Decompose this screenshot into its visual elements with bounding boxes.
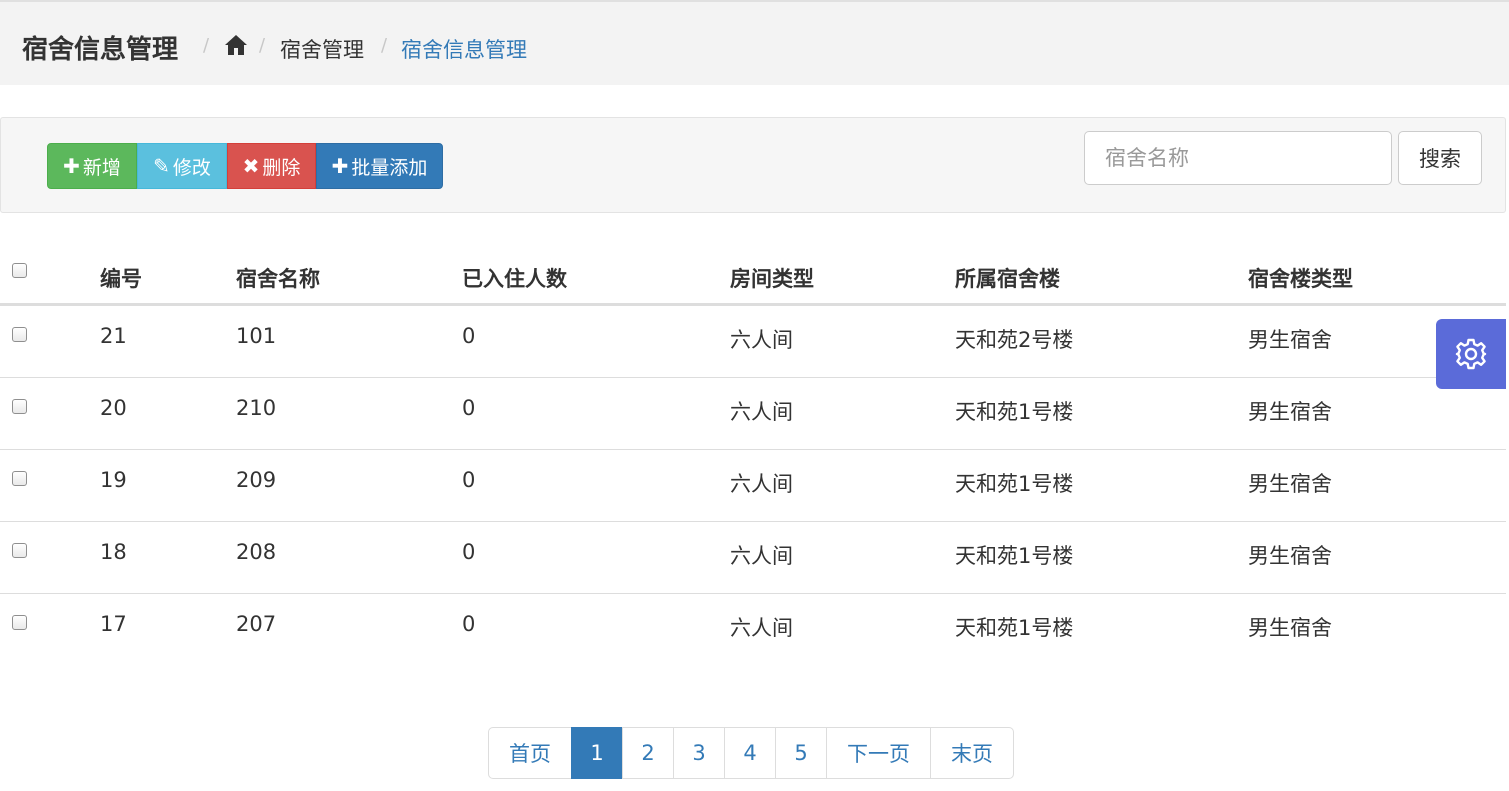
page-3[interactable]: 3 xyxy=(673,727,725,779)
page-2[interactable]: 2 xyxy=(622,727,674,779)
pagination: 首页 1 2 3 4 5 下一页 末页 xyxy=(488,727,1014,779)
cell-room-type: 六人间 xyxy=(730,400,793,424)
pencil-icon: ✎ xyxy=(153,154,170,178)
cell-occupied: 0 xyxy=(462,396,476,420)
gear-icon xyxy=(1455,338,1487,370)
cell-building-type: 男生宿舍 xyxy=(1248,616,1332,640)
cell-name: 101 xyxy=(236,324,277,348)
cell-building-type: 男生宿舍 xyxy=(1248,328,1332,352)
select-all-checkbox[interactable] xyxy=(12,263,27,278)
breadcrumb-item-dorm-management[interactable]: 宿舍管理 xyxy=(280,34,364,64)
cell-id: 21 xyxy=(100,324,127,348)
cell-id: 18 xyxy=(100,540,127,564)
row-checkbox[interactable] xyxy=(12,543,27,558)
add-button-label: 新增 xyxy=(82,156,121,179)
settings-button[interactable] xyxy=(1436,319,1506,389)
cell-name: 208 xyxy=(236,540,277,564)
cell-occupied: 0 xyxy=(462,468,476,492)
row-checkbox[interactable] xyxy=(12,471,27,486)
table-row[interactable]: 20 210 0 六人间 天和苑1号楼 男生宿舍 xyxy=(0,378,1506,450)
cell-building-type: 男生宿舍 xyxy=(1248,400,1332,424)
breadcrumb-item-dorm-info: 宿舍信息管理 xyxy=(401,38,527,62)
cell-building: 天和苑1号楼 xyxy=(955,472,1074,496)
table-row[interactable]: 21 101 0 六人间 天和苑2号楼 男生宿舍 xyxy=(0,306,1506,378)
column-header-building-type[interactable]: 宿舍楼类型 xyxy=(1248,263,1353,293)
row-checkbox[interactable] xyxy=(12,327,27,342)
batch-add-button[interactable]: ✚ 批量添加 xyxy=(316,143,443,189)
search-button[interactable]: 搜索 xyxy=(1398,131,1482,185)
delete-button-label: 删除 xyxy=(262,156,301,179)
delete-button[interactable]: ✖ 删除 xyxy=(227,143,316,189)
table-row[interactable]: 19 209 0 六人间 天和苑1号楼 男生宿舍 xyxy=(0,450,1506,522)
cell-building: 天和苑2号楼 xyxy=(955,328,1074,352)
page-header: 宿舍信息管理 / / 宿舍管理 / 宿舍信息管理 xyxy=(0,0,1509,85)
home-icon[interactable] xyxy=(224,34,248,56)
plus-icon: ✚ xyxy=(63,154,80,178)
cell-name: 210 xyxy=(236,396,277,420)
table-row[interactable]: 18 208 0 六人间 天和苑1号楼 男生宿舍 xyxy=(0,522,1506,594)
cell-occupied: 0 xyxy=(462,324,476,348)
breadcrumb-separator: / xyxy=(203,35,210,56)
page-last[interactable]: 末页 xyxy=(930,727,1014,779)
column-header-name[interactable]: 宿舍名称 xyxy=(236,263,320,293)
plus-icon: ✚ xyxy=(331,154,349,178)
breadcrumb-separator: / xyxy=(259,35,266,56)
breadcrumb-separator: / xyxy=(381,35,388,56)
table-header: 编号 宿舍名称 已入住人数 房间类型 所属宿舍楼 宿舍楼类型 xyxy=(0,240,1506,306)
page-first[interactable]: 首页 xyxy=(488,727,572,779)
search-input[interactable] xyxy=(1084,131,1392,185)
remove-icon: ✖ xyxy=(242,154,260,178)
cell-id: 17 xyxy=(100,612,127,636)
add-button[interactable]: ✚ 新增 xyxy=(47,143,137,189)
cell-building: 天和苑1号楼 xyxy=(955,616,1074,640)
table-row[interactable]: 17 207 0 六人间 天和苑1号楼 男生宿舍 xyxy=(0,594,1506,666)
cell-room-type: 六人间 xyxy=(730,616,793,640)
cell-occupied: 0 xyxy=(462,612,476,636)
cell-building: 天和苑1号楼 xyxy=(955,400,1074,424)
cell-occupied: 0 xyxy=(462,540,476,564)
cell-id: 20 xyxy=(100,396,127,420)
column-header-room-type[interactable]: 房间类型 xyxy=(730,263,814,293)
column-header-occupied[interactable]: 已入住人数 xyxy=(462,263,567,293)
cell-id: 19 xyxy=(100,468,127,492)
column-header-id[interactable]: 编号 xyxy=(100,263,142,293)
row-checkbox[interactable] xyxy=(12,615,27,630)
page-title: 宿舍信息管理 xyxy=(22,35,179,65)
cell-building-type: 男生宿舍 xyxy=(1248,472,1332,496)
edit-button-label: 修改 xyxy=(172,156,211,179)
edit-button[interactable]: ✎ 修改 xyxy=(137,143,227,189)
cell-room-type: 六人间 xyxy=(730,328,793,352)
cell-building-type: 男生宿舍 xyxy=(1248,544,1332,568)
cell-name: 209 xyxy=(236,468,277,492)
cell-name: 207 xyxy=(236,612,277,636)
batch-add-button-label: 批量添加 xyxy=(351,156,428,179)
page-next[interactable]: 下一页 xyxy=(826,727,931,779)
page-4[interactable]: 4 xyxy=(724,727,776,779)
cell-building: 天和苑1号楼 xyxy=(955,544,1074,568)
page-1[interactable]: 1 xyxy=(571,727,623,779)
column-header-building[interactable]: 所属宿舍楼 xyxy=(955,263,1060,293)
page-5[interactable]: 5 xyxy=(775,727,827,779)
toolbar: ✚ 新增 ✎ 修改 ✖ 删除 ✚ 批量添加 搜索 xyxy=(0,117,1506,213)
cell-room-type: 六人间 xyxy=(730,472,793,496)
cell-room-type: 六人间 xyxy=(730,544,793,568)
row-checkbox[interactable] xyxy=(12,399,27,414)
